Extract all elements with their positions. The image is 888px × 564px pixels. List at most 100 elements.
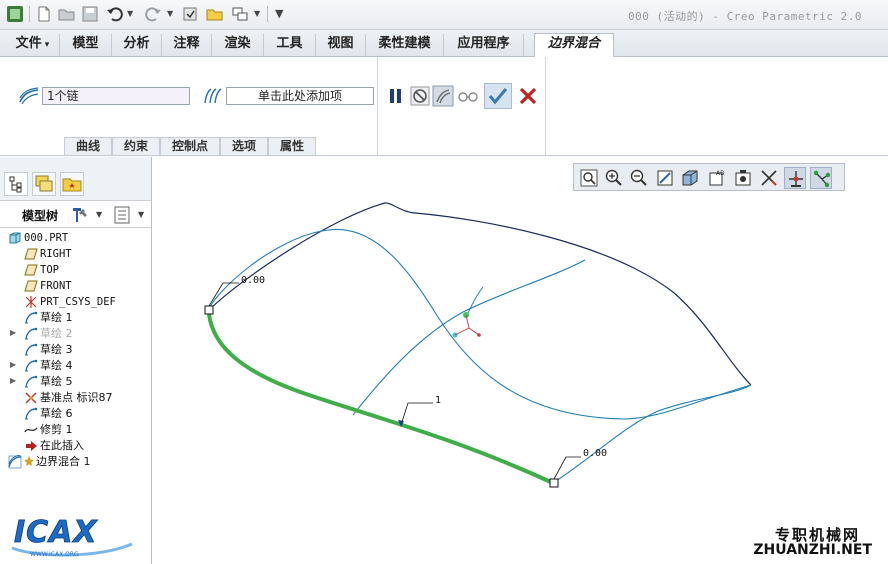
window-switch-icon[interactable] bbox=[231, 5, 249, 23]
first-direction-curve-icon[interactable] bbox=[18, 87, 40, 105]
tab-view[interactable]: 视图 bbox=[316, 34, 366, 56]
pause-icon[interactable] bbox=[384, 85, 406, 107]
ok-check-icon[interactable] bbox=[484, 83, 512, 109]
chain-start-handle[interactable] bbox=[204, 305, 214, 315]
svg-text:AB: AB bbox=[716, 170, 724, 177]
display-style-icon[interactable] bbox=[679, 167, 701, 189]
subtab-control-points[interactable]: 控制点 bbox=[160, 137, 220, 155]
customize-arrow-icon[interactable]: ▼ bbox=[275, 7, 283, 20]
tree-item[interactable]: 草绘 1 bbox=[0, 310, 151, 326]
point-display-icon[interactable] bbox=[810, 167, 832, 189]
end-value-label[interactable]: 0.00 bbox=[583, 448, 607, 459]
tree-item[interactable]: 修剪 1 bbox=[0, 422, 151, 438]
direction-collectors: 1个链 单击此处添加项 曲线 约束 控制点 选项 属性 bbox=[0, 57, 378, 155]
subtab-constraints[interactable]: 约束 bbox=[112, 137, 160, 155]
tree-item[interactable]: 000.PRT bbox=[0, 230, 151, 246]
chain-index-label[interactable]: 1 bbox=[435, 395, 441, 406]
tree-item[interactable]: PRT_CSYS_DEF bbox=[0, 294, 151, 310]
surface-lateral-edge[interactable] bbox=[208, 228, 752, 420]
surface-cross-curve-1[interactable] bbox=[352, 259, 586, 416]
regenerate-icon[interactable] bbox=[181, 5, 199, 23]
tree-item[interactable]: ▶ 草绘 4 bbox=[0, 358, 151, 374]
refit-icon[interactable] bbox=[578, 167, 600, 189]
undo-dropdown-icon[interactable]: ▼ bbox=[127, 9, 133, 18]
surface-cross-curve-2[interactable] bbox=[466, 286, 484, 316]
save-icon[interactable] bbox=[81, 5, 99, 23]
tab-annotate[interactable]: 注释 bbox=[162, 34, 212, 56]
tab-model[interactable]: 模型 bbox=[60, 34, 112, 56]
tab-file[interactable]: 文件 bbox=[6, 34, 60, 56]
redo-dropdown-icon[interactable]: ▼ bbox=[167, 9, 173, 18]
graphics-window[interactable]: 0.00 0.00 1 AB bbox=[153, 157, 888, 564]
tree-item[interactable]: TOP bbox=[0, 262, 151, 278]
tab-flexible-modeling[interactable]: 柔性建模 bbox=[366, 34, 444, 56]
tree-expander-icon[interactable]: ▶ bbox=[10, 328, 16, 337]
no-preview-icon[interactable] bbox=[409, 85, 431, 107]
annotation-display-icon[interactable] bbox=[732, 167, 754, 189]
csys-icon bbox=[24, 295, 38, 309]
tab-render[interactable]: 渲染 bbox=[212, 34, 264, 56]
second-direction-curve-icon[interactable] bbox=[201, 87, 223, 105]
subtab-curves[interactable]: 曲线 bbox=[64, 137, 112, 155]
sketch-icon bbox=[24, 407, 38, 421]
tree-settings-dropdown-icon[interactable]: ▼ bbox=[96, 210, 102, 219]
end-leader-line bbox=[553, 456, 581, 480]
second-direction-collector[interactable]: 单击此处添加项 bbox=[226, 87, 374, 105]
tree-item[interactable]: ▶ 草绘 2 bbox=[0, 326, 151, 342]
tree-item[interactable]: 草绘 3 bbox=[0, 342, 151, 358]
tree-columns-dropdown-icon[interactable]: ▼ bbox=[138, 210, 144, 219]
zoom-in-icon[interactable] bbox=[603, 167, 625, 189]
undo-icon[interactable] bbox=[106, 5, 124, 23]
layers-tab-icon[interactable] bbox=[32, 172, 56, 196]
tree-item-label: 基准点 标识87 bbox=[40, 391, 113, 404]
selected-chain-curve[interactable] bbox=[207, 312, 555, 485]
open-folder-icon[interactable] bbox=[206, 5, 224, 23]
tab-analysis[interactable]: 分析 bbox=[112, 34, 162, 56]
tree-columns-icon[interactable] bbox=[112, 205, 132, 225]
tree-item-label: 000.PRT bbox=[24, 232, 69, 244]
new-file-icon[interactable] bbox=[35, 5, 53, 23]
tab-tools[interactable]: 工具 bbox=[264, 34, 316, 56]
preview-glasses-icon[interactable] bbox=[457, 85, 479, 107]
model-viewport[interactable]: 0.00 0.00 1 bbox=[153, 157, 888, 564]
model-tree-tab-icon[interactable] bbox=[4, 172, 28, 196]
chain-end-handle[interactable] bbox=[549, 478, 559, 488]
surface-front-edge[interactable] bbox=[552, 384, 752, 484]
tab-applications[interactable]: 应用程序 bbox=[444, 34, 524, 56]
tree-item-label: PRT_CSYS_DEF bbox=[40, 296, 116, 308]
redo-icon[interactable] bbox=[144, 5, 162, 23]
favorites-folder-tab-icon[interactable] bbox=[60, 172, 84, 196]
zoom-out-icon[interactable] bbox=[628, 167, 650, 189]
datum-display-icon[interactable] bbox=[758, 167, 780, 189]
saved-views-icon[interactable]: AB bbox=[706, 167, 728, 189]
tree-item[interactable]: FRONT bbox=[0, 278, 151, 294]
tree-item[interactable]: 草绘 6 bbox=[0, 406, 151, 422]
tree-item[interactable]: 边界混合 1 bbox=[0, 454, 151, 470]
sketch-icon bbox=[24, 359, 38, 373]
model-tree-title: 模型树 bbox=[22, 209, 59, 223]
repaint-icon[interactable] bbox=[654, 167, 676, 189]
tree-expander-icon[interactable]: ▶ bbox=[10, 360, 16, 369]
ribbon-tabs: 文件 模型 分析 注释 渲染 工具 视图 柔性建模 应用程序 边界混合 bbox=[0, 30, 888, 58]
datum-plane-icon bbox=[24, 247, 38, 261]
subtab-options[interactable]: 选项 bbox=[220, 137, 268, 155]
window-dropdown-icon[interactable]: ▼ bbox=[254, 9, 260, 18]
spin-center-icon[interactable] bbox=[784, 167, 806, 189]
surface-back-edge[interactable] bbox=[208, 202, 752, 386]
start-value-label[interactable]: 0.00 bbox=[241, 275, 265, 286]
tree-item-label: FRONT bbox=[40, 280, 72, 292]
first-direction-collector[interactable]: 1个链 bbox=[42, 87, 190, 105]
tree-settings-icon[interactable] bbox=[70, 205, 90, 225]
tree-item[interactable]: 在此插入 bbox=[0, 438, 151, 454]
verify-preview-icon[interactable] bbox=[432, 85, 454, 107]
tree-item[interactable]: RIGHT bbox=[0, 246, 151, 262]
app-logo-icon[interactable] bbox=[6, 5, 24, 23]
tab-boundary-blend[interactable]: 边界混合 bbox=[534, 33, 614, 58]
subtab-properties[interactable]: 属性 bbox=[268, 137, 316, 155]
cancel-x-icon[interactable] bbox=[517, 85, 539, 107]
tree-item-label: 草绘 1 bbox=[40, 311, 73, 324]
open-folder-icon[interactable] bbox=[58, 5, 76, 23]
tree-expander-icon[interactable]: ▶ bbox=[10, 376, 16, 385]
tree-item[interactable]: 基准点 标识87 bbox=[0, 390, 151, 406]
tree-item[interactable]: ▶ 草绘 5 bbox=[0, 374, 151, 390]
